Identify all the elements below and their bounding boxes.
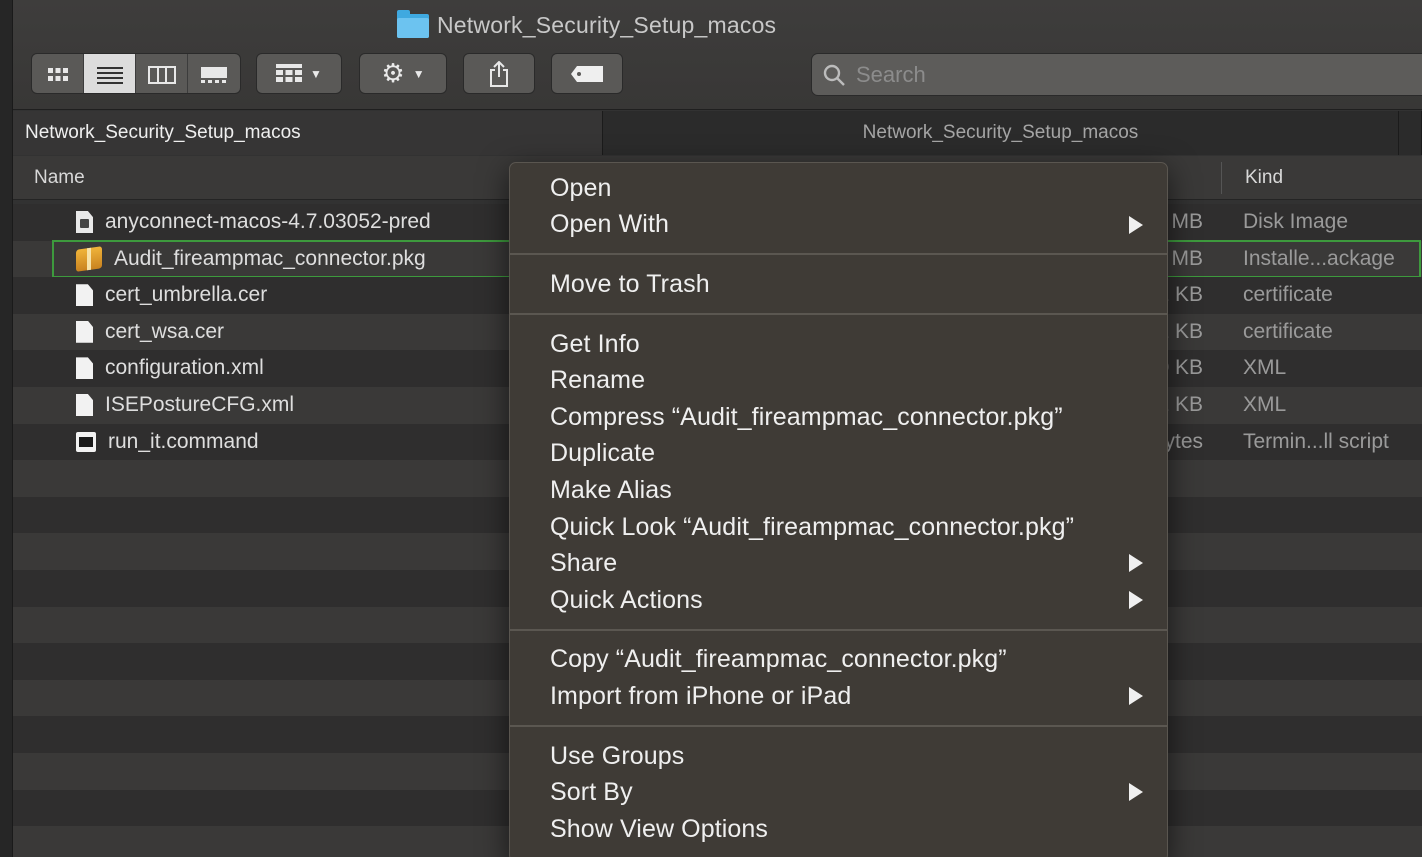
- file-name: cert_wsa.cer: [105, 319, 225, 343]
- menu-item-use-groups[interactable]: Use Groups: [510, 738, 1167, 775]
- share-button[interactable]: [463, 53, 535, 94]
- menu-item-quick-look[interactable]: Quick Look “Audit_fireampmac_connector.p…: [510, 509, 1167, 546]
- submenu-arrow-icon: [1129, 554, 1143, 573]
- finder-window: Network_Security_Setup_macos ▼ ⚙ ▼ Searc…: [12, 0, 1422, 857]
- share-icon: [490, 60, 508, 87]
- menu-item-show-view-options[interactable]: Show View Options: [510, 811, 1167, 848]
- list-view-icon[interactable]: [84, 54, 136, 93]
- file-name: run_it.command: [108, 429, 259, 453]
- file-name: Audit_fireampmac_connector.pkg: [114, 246, 426, 270]
- tag-icon: [571, 65, 603, 82]
- menu-item-get-info[interactable]: Get Info: [510, 326, 1167, 363]
- menu-item-open-with[interactable]: Open With: [510, 207, 1167, 244]
- submenu-arrow-icon: [1129, 783, 1143, 802]
- menu-item-label: Rename: [550, 366, 646, 395]
- menu-item-label: Use Groups: [550, 741, 685, 770]
- menu-item-label: Share: [550, 549, 618, 578]
- menu-item-duplicate[interactable]: Duplicate: [510, 436, 1167, 473]
- file-kind: certificate: [1243, 283, 1333, 307]
- submenu-arrow-icon: [1129, 590, 1143, 609]
- column-kind-header[interactable]: Kind: [1245, 167, 1283, 189]
- menu-item-rename[interactable]: Rename: [510, 362, 1167, 399]
- menu-item-label: Duplicate: [550, 439, 656, 468]
- terminal-icon: [76, 431, 96, 452]
- menu-item-sort-by[interactable]: Sort By: [510, 774, 1167, 811]
- menu-item-label: Open: [550, 173, 612, 202]
- chevron-down-icon: ▼: [412, 66, 425, 81]
- file-kind: Termin...ll script: [1243, 429, 1389, 453]
- file-name: configuration.xml: [105, 356, 264, 380]
- icon-view-icon[interactable]: [32, 54, 84, 93]
- menu-item-label: Sort By: [550, 778, 633, 807]
- menu-item-label: Get Info: [550, 329, 640, 358]
- menu-item-move-to-trash[interactable]: Move to Trash: [510, 266, 1167, 303]
- document-icon: [76, 320, 93, 343]
- menu-item-label: Move to Trash: [550, 269, 710, 298]
- tab-network-security-active[interactable]: Network_Security_Setup_macos: [13, 111, 603, 155]
- submenu-arrow-icon: [1129, 687, 1143, 706]
- menu-separator: [510, 243, 1167, 266]
- search-placeholder: Search: [856, 61, 926, 87]
- context-menu: Open Open With Move to Trash Get Info Re…: [509, 162, 1168, 857]
- gallery-view-icon[interactable]: [188, 54, 240, 93]
- column-divider[interactable]: [1221, 162, 1222, 194]
- menu-separator: [510, 619, 1167, 642]
- document-icon: [76, 284, 93, 307]
- menu-item-quick-actions[interactable]: Quick Actions: [510, 582, 1167, 619]
- menu-item-label: Import from iPhone or iPad: [550, 681, 852, 710]
- tab-bar: Network_Security_Setup_macos Network_Sec…: [13, 111, 1422, 155]
- document-icon: [76, 393, 93, 416]
- file-name: cert_umbrella.cer: [105, 283, 268, 307]
- column-name-header[interactable]: Name: [34, 167, 85, 189]
- menu-item-label: Show View Options: [550, 814, 769, 843]
- group-by-button[interactable]: ▼: [256, 53, 342, 94]
- window-title-text: Network_Security_Setup_macos: [437, 12, 777, 38]
- view-mode-control: [31, 53, 241, 94]
- menu-item-import-from-iphone[interactable]: Import from iPhone or iPad: [510, 678, 1167, 715]
- search-icon: [823, 64, 845, 86]
- tag-button[interactable]: [551, 53, 623, 94]
- chevron-down-icon: ▼: [310, 66, 322, 81]
- file-kind: certificate: [1243, 319, 1333, 343]
- column-view-icon[interactable]: [136, 54, 188, 93]
- submenu-arrow-icon: [1129, 215, 1143, 234]
- group-by-icon: [276, 63, 303, 82]
- document-icon: [76, 357, 93, 380]
- folder-icon: [397, 9, 429, 38]
- menu-item-label: Quick Look “Audit_fireampmac_connector.p…: [550, 512, 1075, 541]
- window-title: Network_Security_Setup_macos: [397, 9, 777, 39]
- menu-item-label: Quick Actions: [550, 585, 703, 614]
- file-name: anyconnect-macos-4.7.03052-pred: [105, 210, 431, 233]
- menu-item-compress[interactable]: Compress “Audit_fireampmac_connector.pkg…: [510, 399, 1167, 436]
- disk-image-icon: [76, 211, 93, 233]
- menu-item-label: Make Alias: [550, 475, 672, 504]
- gear-icon: ⚙: [381, 58, 405, 88]
- new-tab-area[interactable]: [1399, 111, 1422, 155]
- action-button[interactable]: ⚙ ▼: [359, 53, 447, 94]
- menu-separator: [510, 715, 1167, 738]
- menu-separator: [510, 303, 1167, 326]
- search-field[interactable]: Search: [811, 53, 1422, 96]
- file-name: ISEPostureCFG.xml: [105, 392, 295, 416]
- file-kind: XML: [1243, 392, 1287, 416]
- menu-item-label: Copy “Audit_fireampmac_connector.pkg”: [550, 645, 1007, 674]
- menu-item-label: Open With: [550, 210, 670, 239]
- toolbar: Network_Security_Setup_macos ▼ ⚙ ▼ Searc…: [13, 0, 1422, 110]
- package-icon: [76, 245, 102, 272]
- file-kind: XML: [1243, 356, 1287, 380]
- tab-network-security-second[interactable]: Network_Security_Setup_macos: [603, 111, 1399, 155]
- file-kind: Disk Image: [1243, 210, 1349, 233]
- menu-item-copy[interactable]: Copy “Audit_fireampmac_connector.pkg”: [510, 642, 1167, 679]
- file-kind: Installe...ackage: [1243, 246, 1395, 270]
- menu-item-label: Compress “Audit_fireampmac_connector.pkg…: [550, 402, 1063, 431]
- menu-item-make-alias[interactable]: Make Alias: [510, 472, 1167, 509]
- menu-item-open[interactable]: Open: [510, 170, 1167, 207]
- menu-item-share[interactable]: Share: [510, 545, 1167, 582]
